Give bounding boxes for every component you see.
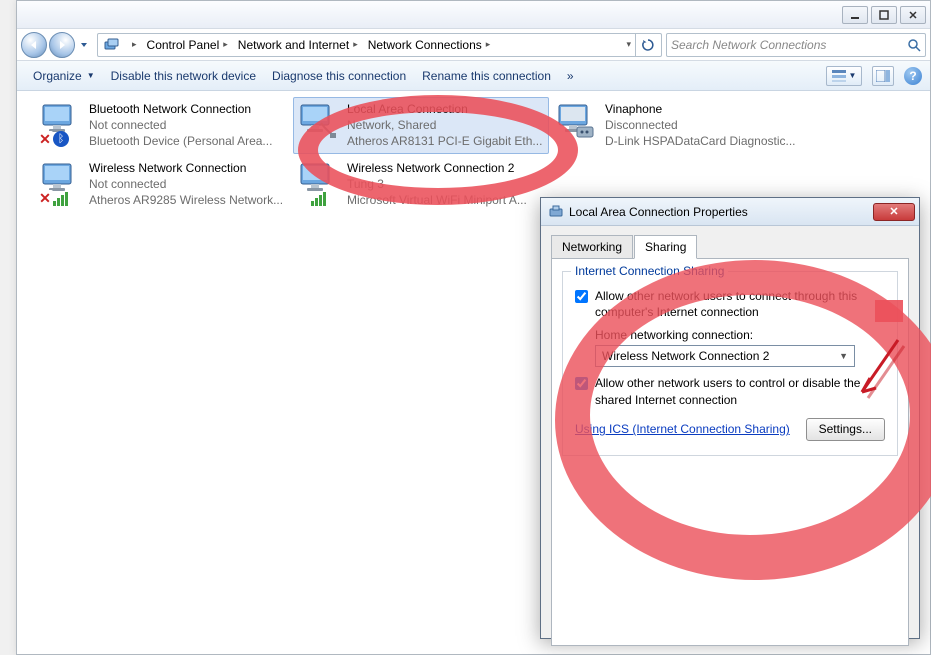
connection-item-wifi[interactable]: ✕ Wireless Network Connection Not connec… bbox=[35, 156, 291, 213]
x-icon: ✕ bbox=[37, 131, 53, 147]
toolbar-overflow[interactable]: » bbox=[559, 65, 582, 87]
nav-arrows bbox=[21, 32, 91, 58]
search-icon bbox=[907, 38, 921, 52]
toolbar: Organize▼ Disable this network device Di… bbox=[17, 61, 930, 91]
monitor-icon bbox=[297, 160, 341, 204]
monitor-icon: ✕ bbox=[39, 160, 83, 204]
bc-network-internet[interactable]: Network and Internet▸ bbox=[234, 34, 364, 56]
help-icon[interactable]: ? bbox=[904, 67, 922, 85]
toolbar-disable[interactable]: Disable this network device bbox=[103, 65, 264, 87]
ics-legend: Internet Connection Sharing bbox=[571, 264, 728, 278]
connection-status: Network, Shared bbox=[347, 117, 542, 133]
connection-title: Wireless Network Connection 2 bbox=[347, 160, 527, 176]
home-connection-label: Home networking connection: bbox=[595, 328, 885, 342]
connection-item-wifi2[interactable]: Wireless Network Connection 2 Tung 3 Mic… bbox=[293, 156, 549, 213]
allow-control-checkbox[interactable] bbox=[575, 377, 588, 390]
connection-title: Wireless Network Connection bbox=[89, 160, 283, 176]
forward-button[interactable] bbox=[49, 32, 75, 58]
allow-connect-label: Allow other network users to connect thr… bbox=[595, 288, 885, 320]
dialog-titlebar[interactable]: Local Area Connection Properties ✕ bbox=[541, 198, 919, 226]
ethernet-icon bbox=[549, 205, 563, 219]
refresh-button[interactable] bbox=[635, 34, 659, 56]
connection-status: Disconnected bbox=[605, 117, 796, 133]
ics-fieldset: Internet Connection Sharing Allow other … bbox=[562, 271, 898, 456]
x-icon: ✕ bbox=[37, 190, 53, 206]
connection-device: Bluetooth Device (Personal Area... bbox=[89, 133, 272, 149]
tab-networking[interactable]: Networking bbox=[551, 235, 633, 259]
connection-item-lan[interactable]: Local Area Connection Network, Shared At… bbox=[293, 97, 549, 154]
toolbar-organize[interactable]: Organize▼ bbox=[25, 65, 103, 87]
connection-item-vinaphone[interactable]: Vinaphone Disconnected D-Link HSPADataCa… bbox=[551, 97, 807, 154]
address-dropdown-icon[interactable]: ▾ bbox=[622, 39, 635, 50]
connections-folder-icon bbox=[104, 37, 120, 53]
search-input[interactable]: Search Network Connections bbox=[666, 33, 926, 57]
connection-device: Atheros AR9285 Wireless Network... bbox=[89, 192, 283, 208]
connection-title: Vinaphone bbox=[605, 101, 796, 117]
view-mode-button[interactable]: ▼ bbox=[826, 66, 862, 86]
settings-button[interactable]: Settings... bbox=[806, 418, 885, 441]
bc-control-panel[interactable]: Control Panel▸ bbox=[143, 34, 234, 56]
connection-title: Bluetooth Network Connection bbox=[89, 101, 272, 117]
signal-bars-icon bbox=[311, 192, 326, 206]
preview-pane-button[interactable] bbox=[872, 66, 894, 86]
bluetooth-icon: ᛒ bbox=[53, 131, 69, 147]
allow-connect-checkbox[interactable] bbox=[575, 290, 588, 303]
dialog-title: Local Area Connection Properties bbox=[569, 205, 873, 219]
dialog-close-button[interactable]: ✕ bbox=[873, 203, 915, 221]
connection-item-bluetooth[interactable]: ✕ ᛒ Bluetooth Network Connection Not con… bbox=[35, 97, 291, 154]
signal-bars-icon bbox=[53, 192, 68, 206]
window-titlebar bbox=[17, 1, 930, 29]
chevron-down-icon: ▼ bbox=[839, 351, 848, 361]
toolbar-diagnose[interactable]: Diagnose this connection bbox=[264, 65, 414, 87]
minimize-button[interactable] bbox=[842, 6, 868, 24]
allow-control-label: Allow other network users to control or … bbox=[595, 375, 885, 407]
monitor-icon: ✕ ᛒ bbox=[39, 101, 83, 145]
back-button[interactable] bbox=[21, 32, 47, 58]
connection-status: Tung 3 bbox=[347, 176, 527, 192]
breadcrumb[interactable]: ▸ Control Panel▸ Network and Internet▸ N… bbox=[97, 33, 662, 57]
search-placeholder: Search Network Connections bbox=[671, 38, 907, 52]
history-dropdown-icon[interactable] bbox=[77, 35, 91, 55]
monitor-icon bbox=[297, 101, 341, 145]
bc-network-connections[interactable]: Network Connections▸ bbox=[364, 34, 497, 56]
toolbar-rename[interactable]: Rename this connection bbox=[414, 65, 559, 87]
ics-link[interactable]: Using ICS (Internet Connection Sharing) bbox=[575, 422, 790, 436]
connection-device: Atheros AR8131 PCI-E Gigabit Eth... bbox=[347, 133, 542, 149]
maximize-button[interactable] bbox=[871, 6, 897, 24]
bc-arrow-root[interactable]: ▸ bbox=[124, 34, 143, 56]
connection-device: Microsoft Virtual WiFi Miniport A... bbox=[347, 192, 527, 208]
address-bar-row: ▸ Control Panel▸ Network and Internet▸ N… bbox=[17, 29, 930, 61]
close-button[interactable] bbox=[900, 6, 926, 24]
modem-icon bbox=[555, 101, 599, 145]
tab-sharing[interactable]: Sharing bbox=[634, 235, 697, 259]
home-connection-value: Wireless Network Connection 2 bbox=[602, 349, 769, 363]
connection-device: D-Link HSPADataCard Diagnostic... bbox=[605, 133, 796, 149]
connection-status: Not connected bbox=[89, 117, 272, 133]
home-connection-combo[interactable]: Wireless Network Connection 2 ▼ bbox=[595, 345, 855, 367]
connection-title: Local Area Connection bbox=[347, 101, 542, 117]
connection-status: Not connected bbox=[89, 176, 283, 192]
tab-panel-sharing: Internet Connection Sharing Allow other … bbox=[551, 258, 909, 646]
properties-dialog: Local Area Connection Properties ✕ Netwo… bbox=[540, 197, 920, 639]
tabs: Networking Sharing bbox=[541, 226, 919, 258]
